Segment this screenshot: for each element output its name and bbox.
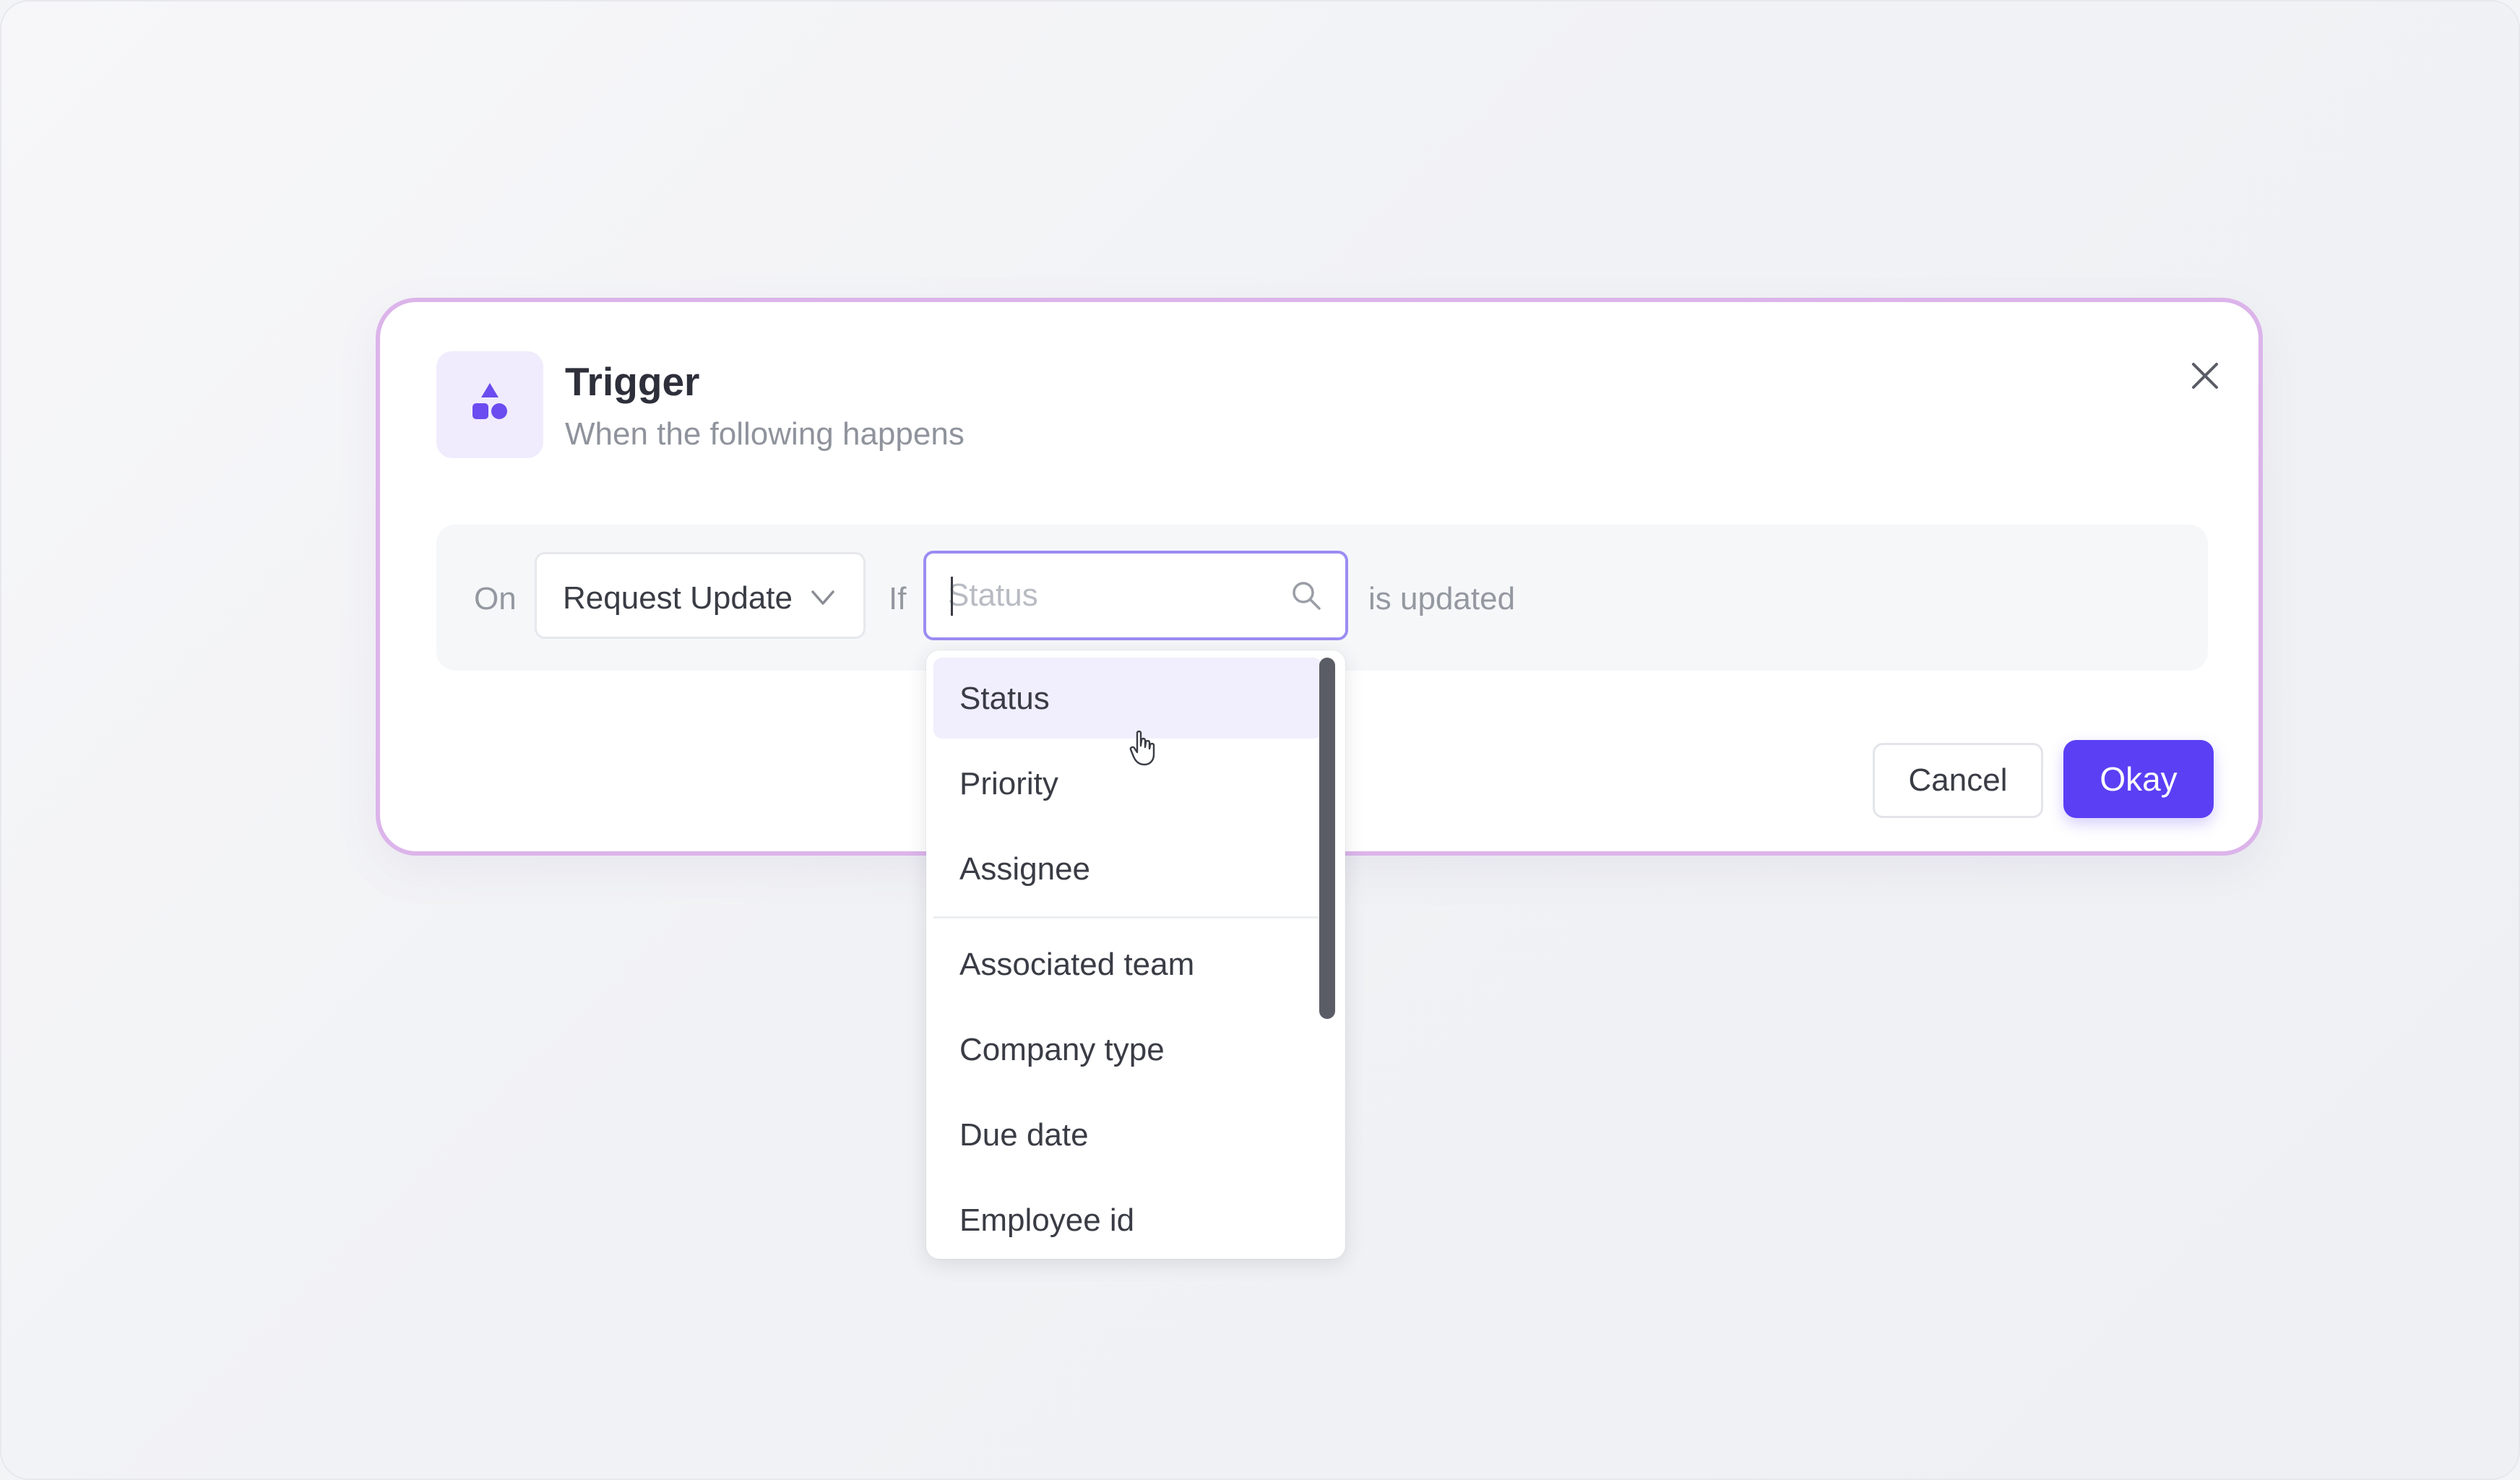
dropdown-item-label: Due date [959, 1117, 1089, 1153]
field-search[interactable] [923, 551, 1348, 640]
close-button[interactable] [2179, 350, 2231, 402]
dropdown-item-assignee[interactable]: Assignee [933, 828, 1322, 909]
dropdown-scrollbar[interactable] [1319, 658, 1335, 1019]
cancel-button[interactable]: Cancel [1873, 743, 2043, 818]
chevron-down-icon [811, 590, 834, 605]
text-caret [951, 577, 953, 616]
dropdown-item-status[interactable]: Status [933, 658, 1322, 739]
shapes-icon [473, 383, 507, 419]
dropdown-item-associated-team[interactable]: Associated team [933, 924, 1322, 1004]
dropdown-item-company-type[interactable]: Company type [933, 1009, 1322, 1090]
screen-background: Trigger When the following happens On Re… [0, 0, 2520, 1480]
condition-row: On Request Update If is updated [436, 525, 2208, 671]
dropdown-item-label: Status [959, 681, 1050, 716]
okay-button[interactable]: Okay [2063, 740, 2214, 818]
dropdown-item-priority[interactable]: Priority [933, 743, 1322, 824]
close-icon [2192, 363, 2218, 389]
field-search-input[interactable] [948, 575, 1266, 616]
modal-title: Trigger [565, 359, 700, 404]
on-label: On [474, 581, 517, 616]
is-updated-label: is updated [1368, 581, 1516, 616]
dropdown-item-due-date[interactable]: Due date [933, 1094, 1322, 1175]
event-select[interactable]: Request Update [535, 552, 866, 639]
dropdown-item-label: Assignee [959, 851, 1091, 887]
dropdown-item-label: Company type [959, 1032, 1165, 1067]
hand-cursor-icon [1129, 730, 1155, 766]
dropdown-divider [933, 916, 1322, 918]
modal-subtitle: When the following happens [565, 416, 965, 452]
trigger-icon-tile [436, 351, 543, 458]
dropdown-item-label: Priority [959, 766, 1058, 801]
if-label: If [889, 581, 907, 616]
search-icon [1293, 582, 1321, 610]
dropdown-item-label: Associated team [959, 947, 1195, 982]
dropdown-item-employee-id[interactable]: Employee id [933, 1179, 1322, 1259]
event-select-value: Request Update [563, 580, 793, 616]
dropdown-item-label: Employee id [959, 1202, 1135, 1238]
